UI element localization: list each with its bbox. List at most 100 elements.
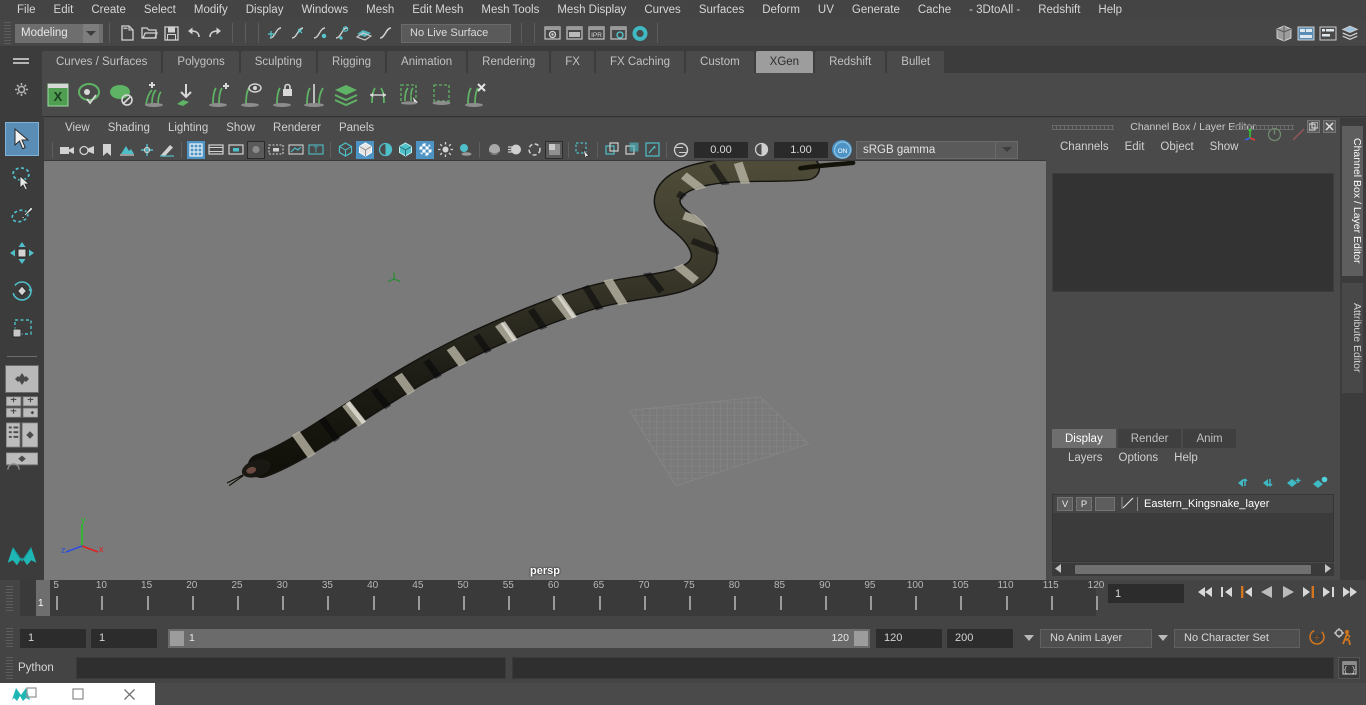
layer-menu-options[interactable]: Options [1111,452,1167,464]
bookmark-icon[interactable] [98,141,116,159]
playback-end-time-field[interactable]: 120 [876,628,942,648]
step-forward-key-icon[interactable] [1300,584,1317,603]
command-language-label[interactable]: Python [18,662,76,674]
shelf-tab-rigging[interactable]: Rigging [318,51,386,73]
shelf-tab-fx-caching[interactable]: FX Caching [595,51,685,73]
menu-cache[interactable]: Cache [909,0,960,20]
texture-display-icon[interactable] [416,140,434,159]
color-management-toggle[interactable]: ON [832,140,852,159]
current-time-indicator[interactable]: 1 [36,580,50,616]
script-editor-icon[interactable]: { } [1338,657,1360,679]
menu-modify[interactable]: Modify [185,0,237,20]
close-panel-icon[interactable] [1323,120,1336,133]
shelf-tab-bullet[interactable]: Bullet [887,51,945,73]
menu-set-selector[interactable]: Modeling [15,23,103,43]
shadows-icon[interactable] [456,141,474,159]
xgen-preview-icon[interactable] [74,76,106,114]
range-slider-right-handle[interactable] [854,630,868,646]
menu-display[interactable]: Display [237,0,293,20]
viewport-menu-panels[interactable]: Panels [330,118,383,139]
image-plane-icon[interactable] [118,141,136,159]
xray-active-components-icon[interactable] [623,141,641,159]
select-tool[interactable] [5,122,39,156]
layer-visibility-toggle[interactable]: V [1057,497,1073,511]
make-live-icon[interactable] [376,23,396,44]
layer-menu-layers[interactable]: Layers [1060,452,1111,464]
two-d-pan-zoom-icon[interactable] [138,141,156,159]
channel-menu-channels[interactable]: Channels [1052,141,1117,153]
range-slider[interactable]: 1 120 [168,628,870,648]
xgen-select-region-icon[interactable] [394,76,426,114]
playback-start-time-field[interactable]: 1 [91,628,157,648]
maya-app-icon[interactable] [0,683,52,705]
xgen-add-description-icon[interactable] [138,76,170,114]
live-surface-field[interactable]: No Live Surface [401,23,511,43]
ipr-render-icon[interactable]: IPR [586,23,606,44]
paint-select-tool[interactable] [5,198,39,232]
menu-mesh[interactable]: Mesh [357,0,403,20]
wireframe-shading-icon[interactable] [336,141,354,159]
step-back-frame-icon[interactable] [1218,584,1235,603]
text-overlay-icon[interactable]: T [307,141,325,159]
play-forwards-icon[interactable] [1279,584,1297,603]
xgen-convert-icon[interactable] [362,76,394,114]
undock-panel-icon[interactable] [1307,120,1320,133]
play-backwards-icon[interactable] [1258,584,1276,603]
gamma-icon[interactable] [752,141,770,159]
table-row[interactable]: V P Eastern_Kingsnake_layer [1053,495,1333,513]
save-scene-icon[interactable] [161,23,181,44]
side-tab-attribute-editor[interactable]: Attribute Editor [1342,283,1363,393]
smooth-shade-all-icon[interactable] [356,140,374,159]
shade-selected-items-icon[interactable] [376,141,394,159]
viewport-menu-view[interactable]: View [56,118,99,139]
menu-edit-mesh[interactable]: Edit Mesh [403,0,472,20]
snap-to-grid-icon[interactable] [266,23,286,44]
exposure-field[interactable]: 0.00 [694,141,748,158]
gate-mask-icon[interactable] [247,140,265,159]
layer-tab-display[interactable]: Display [1052,429,1116,448]
channel-menu-edit[interactable]: Edit [1117,141,1153,153]
motion-blur-icon[interactable] [505,141,523,159]
hypershade-icon[interactable] [630,23,650,44]
menu-surfaces[interactable]: Surfaces [690,0,753,20]
speed-dial-icon[interactable] [1267,127,1282,145]
exposure-reset-icon[interactable] [643,141,661,159]
layer-playback-toggle[interactable]: P [1076,497,1092,511]
current-frame-field[interactable]: 1 [1108,584,1184,603]
move-tool[interactable] [5,236,39,270]
xgen-disable-preview-icon[interactable] [106,76,138,114]
lasso-select-tool[interactable] [5,160,39,194]
viewport-menu-show[interactable]: Show [217,118,264,139]
exposure-icon[interactable] [672,141,690,159]
close-window-icon[interactable] [103,683,155,705]
step-back-key-icon[interactable] [1238,584,1255,603]
rotate-tool[interactable] [5,274,39,308]
shelf-tab-curves-surfaces[interactable]: Curves / Surfaces [42,51,162,73]
display-layer-list[interactable]: V P Eastern_Kingsnake_layer [1052,494,1334,562]
move-layer-up-icon[interactable] [1236,476,1251,492]
menu-generate[interactable]: Generate [843,0,909,20]
layer-name-label[interactable]: Eastern_Kingsnake_layer [1144,498,1269,510]
color-management-chevron-down-icon[interactable] [996,140,1018,159]
toolbar-grip[interactable] [4,22,11,44]
outliner-persp-layout-button[interactable] [5,422,39,448]
menu-uv[interactable]: UV [809,0,843,20]
xgen-layers-icon[interactable] [330,76,362,114]
color-management-field[interactable]: sRGB gamma [856,140,996,159]
render-view-icon[interactable] [542,23,562,44]
layer-list-horizontal-scrollbar[interactable] [1052,563,1334,576]
layer-tab-render[interactable]: Render [1117,429,1182,448]
grid-toggle-icon[interactable] [187,140,205,159]
snap-to-projected-center-icon[interactable] [332,23,352,44]
shelf-tab-rendering[interactable]: Rendering [468,51,550,73]
character-set-chevron-down-icon[interactable] [1158,635,1168,641]
anim-layer-chevron-down-icon[interactable] [1024,635,1034,641]
scroll-left-arrow-icon[interactable] [1054,563,1063,576]
use-all-lights-icon[interactable] [436,141,454,159]
range-slider-left-handle[interactable] [170,630,184,646]
xray-mode-icon[interactable] [603,141,621,159]
panel-grip-left[interactable] [1052,125,1114,130]
menu-file[interactable]: File [8,0,45,20]
manipulator-axes-icon[interactable] [1242,126,1258,145]
xgen-editor-icon[interactable]: X [42,76,74,114]
